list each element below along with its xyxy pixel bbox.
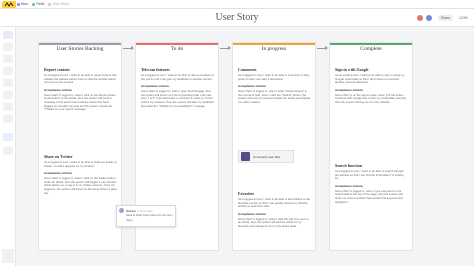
- story-card[interactable]: Favorites As a logged-in user, I want to…: [238, 191, 311, 229]
- card-title: Sign in with Google: [335, 67, 369, 72]
- comment-header: Michael 2 hours ago: [119, 208, 173, 213]
- column-complete: Complete Sign in with Google As an exist…: [329, 42, 413, 251]
- card-text: As a logged-in user, I want to be able t…: [238, 197, 310, 209]
- title-bar: User Story Share 123%: [0, 9, 474, 27]
- card-detail: Given that I'm on the sign-in page, when…: [335, 92, 407, 104]
- toolbar-sidebar: [0, 27, 16, 266]
- bottom-tools[interactable]: [2, 249, 14, 263]
- story-card[interactable]: Sign in with Google As an existing user,…: [335, 67, 408, 105]
- comment-time: 2 hours ago: [137, 208, 153, 213]
- tab-miro[interactable]: Miro: [17, 2, 28, 6]
- share-button[interactable]: Share: [437, 15, 454, 21]
- card-text: As a logged-in user, I want to be able t…: [44, 73, 117, 85]
- card-subheading: Acceptance criteria: [44, 87, 72, 92]
- card-detail: Given that I'm logged in, when I type a …: [335, 188, 403, 204]
- card-detail: Given that I'm logged in, when I write "…: [238, 89, 311, 104]
- card-subheading: Acceptance criteria: [335, 87, 363, 92]
- comment-text: Need to clarify Flow options for this st…: [126, 214, 173, 217]
- story-card[interactable]: Report content As a logged-in user, I wa…: [44, 67, 117, 112]
- apps-tool-icon[interactable]: [3, 147, 13, 155]
- avatar[interactable]: [425, 15, 432, 21]
- text-tool-icon[interactable]: [3, 43, 13, 51]
- templates-tool-icon[interactable]: [3, 133, 13, 141]
- column-user-stories-backlog: User Stories Backlog Report content As a…: [38, 42, 122, 251]
- tab-label: Trello: [35, 2, 45, 6]
- card-detail: Given that I'm logged in, when I click o…: [44, 176, 117, 195]
- card-title: Comments: [238, 67, 257, 72]
- avatar: [119, 208, 124, 213]
- board-canvas[interactable]: User Stories Backlog Report content As a…: [16, 27, 474, 266]
- card-detail: Given that I'm logged in, when I click o…: [44, 92, 116, 112]
- tab-label: User Story: [52, 2, 69, 6]
- card-text: As a logged-in user, I want to be able t…: [44, 160, 117, 168]
- column-accent: [39, 43, 121, 45]
- flow-diagram-icon: [241, 152, 250, 161]
- tab-trello[interactable]: Trello: [31, 2, 45, 6]
- tab-dot-icon: [31, 2, 35, 6]
- story-card[interactable]: Search function As a logged-in user, I w…: [335, 163, 408, 204]
- avatar[interactable]: [416, 15, 423, 21]
- card-text: As a logged-in user, I want to be able t…: [141, 73, 214, 81]
- comment-tool-icon[interactable]: [3, 103, 13, 111]
- user-flow-tile[interactable]: Comments user flow: [238, 150, 294, 163]
- pen-tool-icon[interactable]: [3, 79, 13, 87]
- upload-tool-icon[interactable]: [3, 115, 13, 123]
- tab-label: Miro: [21, 2, 28, 6]
- reply-link[interactable]: Reply: [119, 219, 173, 222]
- flow-label: Comments user flow: [253, 154, 281, 159]
- card-text: As an existing user, I want to be able t…: [335, 73, 405, 85]
- app-logo-icon[interactable]: [2, 1, 16, 8]
- arrow-connector: [123, 46, 134, 50]
- comment-popup[interactable]: Michael 2 hours ago Need to clarify Flow…: [116, 205, 176, 227]
- arrow-connector: [220, 46, 231, 50]
- frame-tool-icon[interactable]: [3, 91, 13, 99]
- card-text: As a logged-in user, I want to be able t…: [335, 169, 404, 181]
- column-accent: [136, 43, 218, 45]
- card-subheading: Acceptance criteria: [335, 183, 363, 188]
- column-accent: [233, 43, 315, 45]
- story-card[interactable]: Share on Twitter As a logged-in user, I …: [44, 154, 117, 195]
- column-accent: [330, 43, 412, 45]
- story-card[interactable]: Telecom features As a logged-in user, I …: [141, 67, 214, 108]
- card-detail: Given that I'm logged in, when I click t…: [238, 216, 309, 228]
- tab-dot-icon: [17, 2, 20, 6]
- tab-user-story[interactable]: User Story: [48, 2, 69, 6]
- arrow-connector: [317, 46, 328, 50]
- shape-tool-icon[interactable]: [3, 67, 13, 75]
- tab-strip: Miro Trello User Story: [17, 2, 69, 6]
- card-subheading: Acceptance criteria: [238, 84, 266, 89]
- card-title: Search function: [335, 163, 362, 168]
- zoom-level[interactable]: 123%: [459, 16, 468, 20]
- card-title: Share on Twitter: [44, 154, 73, 159]
- card-subheading: Acceptance criteria: [44, 171, 72, 176]
- card-detail: Given that I'm logged in, when I open th…: [141, 89, 214, 108]
- card-title: Report content: [44, 67, 70, 72]
- title-controls: Share 123%: [416, 15, 468, 21]
- card-title: Favorites: [238, 191, 254, 196]
- card-subheading: Acceptance criteria: [141, 84, 169, 89]
- page-title: User Story: [215, 12, 259, 23]
- card-title: Telecom features: [141, 67, 170, 72]
- column-in-progress: In progress Comments As a logged-in user…: [232, 42, 316, 251]
- story-card[interactable]: Comments As a logged-in user, I want to …: [238, 67, 311, 105]
- top-bar: Miro Trello User Story: [0, 0, 474, 9]
- card-text: As a logged-in user, I want to be able t…: [238, 73, 310, 81]
- select-tool-icon[interactable]: [3, 31, 13, 39]
- comment-author: Michael: [126, 208, 136, 213]
- card-subheading: Acceptance criteria: [238, 211, 266, 216]
- tab-dot-icon: [48, 2, 52, 6]
- sticky-note-tool-icon[interactable]: [3, 55, 13, 63]
